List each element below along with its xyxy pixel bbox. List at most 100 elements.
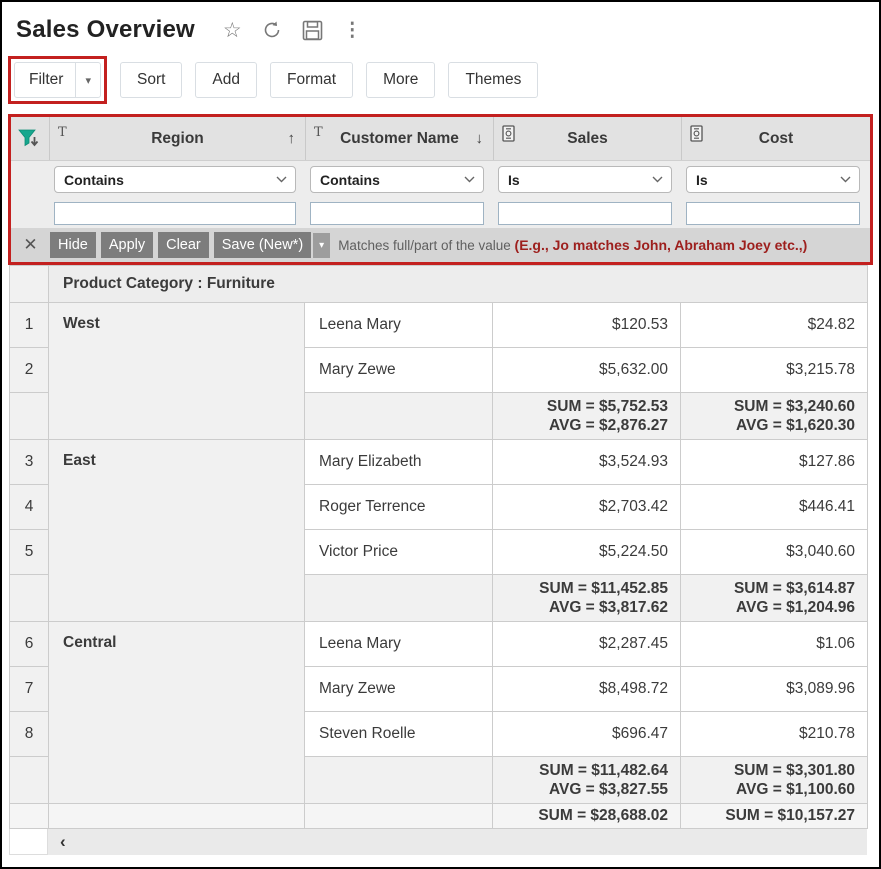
row-number-cell: 8 — [10, 712, 49, 757]
cost-cell: $210.78 — [681, 712, 868, 757]
cost-subtotal-cell: SUM = $3,301.80 AVG = $1,100.60 — [681, 757, 868, 804]
filter-funnel-cell[interactable] — [11, 117, 50, 160]
scroll-left-icon[interactable]: ‹ — [60, 832, 66, 852]
filter-value-input-sales[interactable] — [498, 202, 672, 225]
sort-button[interactable]: Sort — [120, 62, 182, 98]
table-row: 6 Central Leena Mary $2,287.45 $1.06 — [10, 622, 868, 667]
grand-total-spacer-cell — [49, 804, 305, 829]
title-bar: Sales Overview ☆ ⋮ — [8, 10, 873, 54]
avg-cost: AVG = $1,620.30 — [681, 416, 855, 435]
filter-button-annotation: Filter ▾ — [8, 56, 107, 104]
sort-ascending-icon[interactable]: ↑ — [288, 130, 296, 147]
sales-cell: $2,287.45 — [493, 622, 681, 667]
filter-condition-row: Contains Contains Is Is — [11, 161, 870, 198]
cost-grand-total-cell: SUM = $10,157.27 — [681, 804, 868, 829]
format-button[interactable]: Format — [270, 62, 353, 98]
filter-button[interactable]: Filter ▾ — [14, 62, 101, 98]
filter-value-input-customer-name[interactable] — [310, 202, 484, 225]
sum-sales: SUM = $11,452.85 — [493, 579, 668, 598]
sum-cost: SUM = $3,614.87 — [681, 579, 855, 598]
more-button[interactable]: More — [366, 62, 435, 98]
themes-button[interactable]: Themes — [448, 62, 538, 98]
column-header-region[interactable]: T Region ↑ — [50, 117, 306, 160]
row-number-cell: 7 — [10, 667, 49, 712]
subtotal-spacer-cell — [305, 575, 493, 622]
cost-cell: $127.86 — [681, 440, 868, 485]
condition-select-customer-name[interactable]: Contains — [310, 166, 484, 193]
horizontal-scrollbar[interactable]: ‹ — [9, 829, 867, 855]
column-header-customer-name[interactable]: T Customer Name ↓ — [306, 117, 494, 160]
customer-cell: Mary Zewe — [305, 667, 493, 712]
sum-cost: SUM = $3,301.80 — [681, 761, 855, 780]
sales-subtotal-cell: SUM = $5,752.53 AVG = $2,876.27 — [493, 393, 681, 440]
title-actions: ☆ ⋮ — [223, 20, 363, 41]
filter-hint-example: (E.g., Jo matches John, Abraham Joey etc… — [515, 237, 808, 253]
customer-cell: Victor Price — [305, 530, 493, 575]
sum-sales: SUM = $5,752.53 — [493, 397, 668, 416]
close-filter-icon[interactable]: ✕ — [11, 235, 50, 255]
sum-cost: SUM = $3,240.60 — [681, 397, 855, 416]
table-row: 1 West Leena Mary $120.53 $24.82 — [10, 303, 868, 348]
add-button[interactable]: Add — [195, 62, 257, 98]
sales-cell: $8,498.72 — [493, 667, 681, 712]
cost-subtotal-cell: SUM = $3,240.60 AVG = $1,620.30 — [681, 393, 868, 440]
subtotal-spacer-cell — [305, 393, 493, 440]
currency-type-icon — [690, 125, 703, 142]
avg-sales: AVG = $3,817.62 — [493, 598, 668, 617]
column-header-sales[interactable]: Sales — [494, 117, 682, 160]
clear-button[interactable]: Clear — [158, 232, 209, 258]
more-options-icon[interactable]: ⋮ — [343, 21, 363, 40]
row-number-cell: 5 — [10, 530, 49, 575]
chevron-down-icon — [276, 176, 287, 183]
customer-cell: Mary Zewe — [305, 348, 493, 393]
cost-cell: $24.82 — [681, 303, 868, 348]
sales-cell: $120.53 — [493, 303, 681, 348]
customer-cell: Steven Roelle — [305, 712, 493, 757]
condition-select-sales[interactable]: Is — [498, 166, 672, 193]
filter-hint: Matches full/part of the value (E.g., Jo… — [338, 237, 807, 253]
chevron-down-icon — [840, 176, 851, 183]
customer-cell: Leena Mary — [305, 303, 493, 348]
region-cell: Central — [49, 622, 305, 804]
row-number-cell: 3 — [10, 440, 49, 485]
cost-cell: $3,089.96 — [681, 667, 868, 712]
filter-value-input-cost[interactable] — [686, 202, 860, 225]
favorite-star-icon[interactable]: ☆ — [223, 20, 242, 41]
apply-button[interactable]: Apply — [101, 232, 153, 258]
sort-descending-icon[interactable]: ↓ — [476, 130, 484, 147]
filter-header-row: T Region ↑ T Customer Name ↓ Sales — [11, 117, 870, 161]
filter-value-input-region[interactable] — [54, 202, 296, 225]
cost-cell: $3,040.60 — [681, 530, 868, 575]
save-icon[interactable] — [302, 20, 323, 41]
condition-select-cost[interactable]: Is — [686, 166, 860, 193]
save-dropdown-caret-icon[interactable]: ▾ — [313, 233, 330, 258]
refresh-icon[interactable] — [262, 20, 282, 40]
customer-cell: Mary Elizabeth — [305, 440, 493, 485]
chevron-down-icon — [464, 176, 475, 183]
hide-button[interactable]: Hide — [50, 232, 96, 258]
customer-cell: Roger Terrence — [305, 485, 493, 530]
cost-cell: $3,215.78 — [681, 348, 868, 393]
filter-button-label: Filter — [15, 63, 75, 97]
save-new-button[interactable]: Save (New*) — [214, 232, 311, 258]
currency-type-icon — [502, 125, 515, 142]
sum-sales: SUM = $11,482.64 — [493, 761, 668, 780]
row-number-cell: 2 — [10, 348, 49, 393]
sales-subtotal-cell: SUM = $11,452.85 AVG = $3,817.62 — [493, 575, 681, 622]
condition-select-region[interactable]: Contains — [54, 166, 296, 193]
page: Sales Overview ☆ ⋮ Filter — [2, 2, 879, 855]
scrollbar-track[interactable]: ‹ — [48, 829, 867, 855]
filter-dropdown-caret-icon[interactable]: ▾ — [76, 66, 100, 95]
table-row: 3 East Mary Elizabeth $3,524.93 $127.86 — [10, 440, 868, 485]
subtotal-spacer-cell — [305, 757, 493, 804]
avg-cost: AVG = $1,100.60 — [681, 780, 855, 799]
filter-panel: T Region ↑ T Customer Name ↓ Sales — [8, 114, 873, 265]
column-header-cost[interactable]: Cost — [682, 117, 870, 160]
row-number-cell — [10, 266, 49, 303]
filter-hint-plain: Matches full/part of the value — [338, 238, 514, 253]
sales-cell: $696.47 — [493, 712, 681, 757]
region-cell: East — [49, 440, 305, 622]
filter-funnel-icon — [18, 129, 42, 148]
scrollbar-corner — [9, 829, 48, 855]
text-type-icon: T — [314, 125, 323, 140]
